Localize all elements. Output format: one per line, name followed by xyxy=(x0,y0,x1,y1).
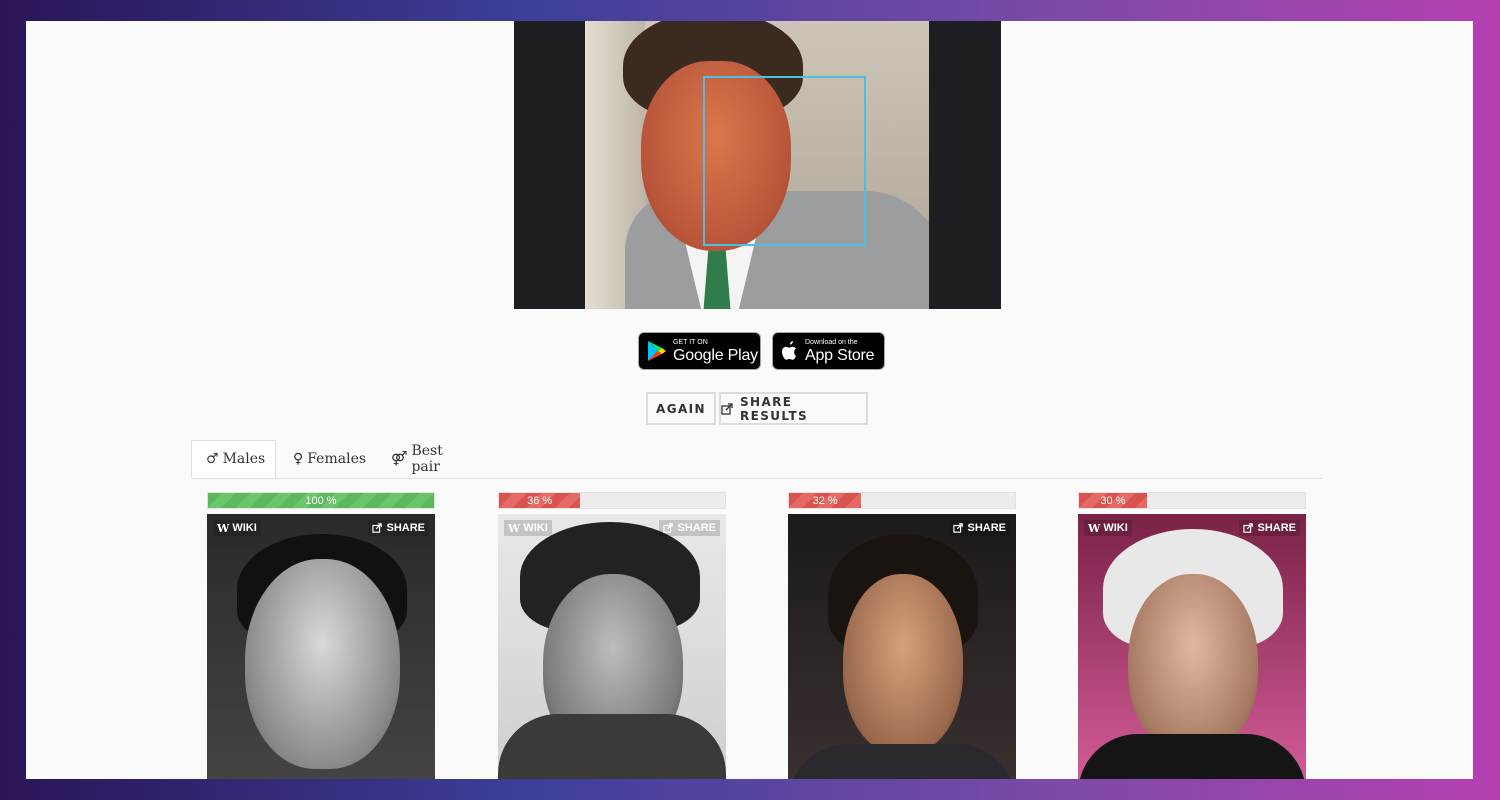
match-photo[interactable]: W WIKI SHARE xyxy=(1078,514,1306,779)
match-bar: 100 % xyxy=(207,492,435,509)
again-button[interactable]: AGAIN xyxy=(646,392,716,425)
tab-best-pair-label: Best pair xyxy=(411,443,443,475)
card-share-button[interactable]: SHARE xyxy=(659,520,720,536)
match-card: 30 % W WIKI SHARE xyxy=(1078,492,1306,779)
wiki-link[interactable]: W WIKI xyxy=(1084,520,1132,536)
page: GET IT ON Google Play Download on the Ap… xyxy=(26,21,1473,779)
results-tabs: ♂ Males ♀ Females ⚤ Best pair xyxy=(191,440,1323,479)
uploaded-photo-frame xyxy=(514,21,1001,309)
share-icon xyxy=(663,523,674,533)
face-detection-box xyxy=(703,76,866,246)
share-results-label: SHARE RESULTS xyxy=(739,394,809,423)
male-icon: ♂ xyxy=(206,451,219,467)
apple-icon xyxy=(782,341,796,360)
match-bar: 30 % xyxy=(1078,492,1306,509)
match-card: 36 % W WIKI SHARE xyxy=(498,492,726,779)
tab-females[interactable]: ♀ Females xyxy=(279,440,373,478)
wiki-label: WIKI xyxy=(523,522,548,534)
match-card: 100 % W WIKI SHARE xyxy=(207,492,435,779)
wiki-link[interactable]: W WIKI xyxy=(213,520,261,536)
card-share-button[interactable]: SHARE xyxy=(368,520,429,536)
google-play-icon xyxy=(648,341,666,361)
tab-females-label: Females xyxy=(307,451,367,467)
card-share-button[interactable]: SHARE xyxy=(949,520,1010,536)
match-card: 32 % SHARE xyxy=(788,492,1016,779)
match-bar: 32 % xyxy=(788,492,1016,509)
female-icon: ♀ xyxy=(293,451,304,467)
match-photo[interactable]: SHARE xyxy=(788,514,1016,779)
uploaded-photo xyxy=(585,21,929,309)
match-bar-fill: 100 % xyxy=(208,493,434,508)
apple-badge-big-text: App Store xyxy=(805,346,875,364)
tab-best-pair[interactable]: ⚤ Best pair xyxy=(377,440,487,478)
share-results-button[interactable]: SHARE RESULTS xyxy=(719,392,868,425)
pair-icon: ⚤ xyxy=(391,451,408,467)
google-play-badge[interactable]: GET IT ON Google Play xyxy=(638,332,761,370)
tab-males-label: Males xyxy=(222,451,266,467)
google-badge-big-text: Google Play xyxy=(673,346,758,364)
card-share-button[interactable]: SHARE xyxy=(1239,520,1300,536)
share-icon xyxy=(1243,523,1254,533)
again-label: AGAIN xyxy=(656,401,706,416)
wikipedia-icon: W xyxy=(508,521,521,535)
wiki-link[interactable]: W WIKI xyxy=(504,520,552,536)
wikipedia-icon: W xyxy=(217,521,230,535)
share-icon xyxy=(372,523,383,533)
card-share-label: SHARE xyxy=(386,522,425,534)
card-share-label: SHARE xyxy=(967,522,1006,534)
google-badge-small-text: GET IT ON xyxy=(673,338,708,346)
match-bar-fill: 36 % xyxy=(499,493,581,508)
wikipedia-icon: W xyxy=(1088,521,1101,535)
share-icon xyxy=(953,523,964,533)
tab-males[interactable]: ♂ Males xyxy=(191,440,276,478)
card-share-label: SHARE xyxy=(1257,522,1296,534)
apple-badge-small-text: Download on the xyxy=(805,338,858,346)
wiki-label: WIKI xyxy=(232,522,257,534)
wiki-label: WIKI xyxy=(1103,522,1128,534)
app-store-badge[interactable]: Download on the App Store xyxy=(772,332,885,370)
card-share-label: SHARE xyxy=(677,522,716,534)
match-bar-fill: 30 % xyxy=(1079,493,1147,508)
match-bar: 36 % xyxy=(498,492,726,509)
match-photo[interactable]: W WIKI SHARE xyxy=(498,514,726,779)
share-icon xyxy=(721,402,733,415)
match-photo[interactable]: W WIKI SHARE xyxy=(207,514,435,779)
match-bar-fill: 32 % xyxy=(789,493,862,508)
